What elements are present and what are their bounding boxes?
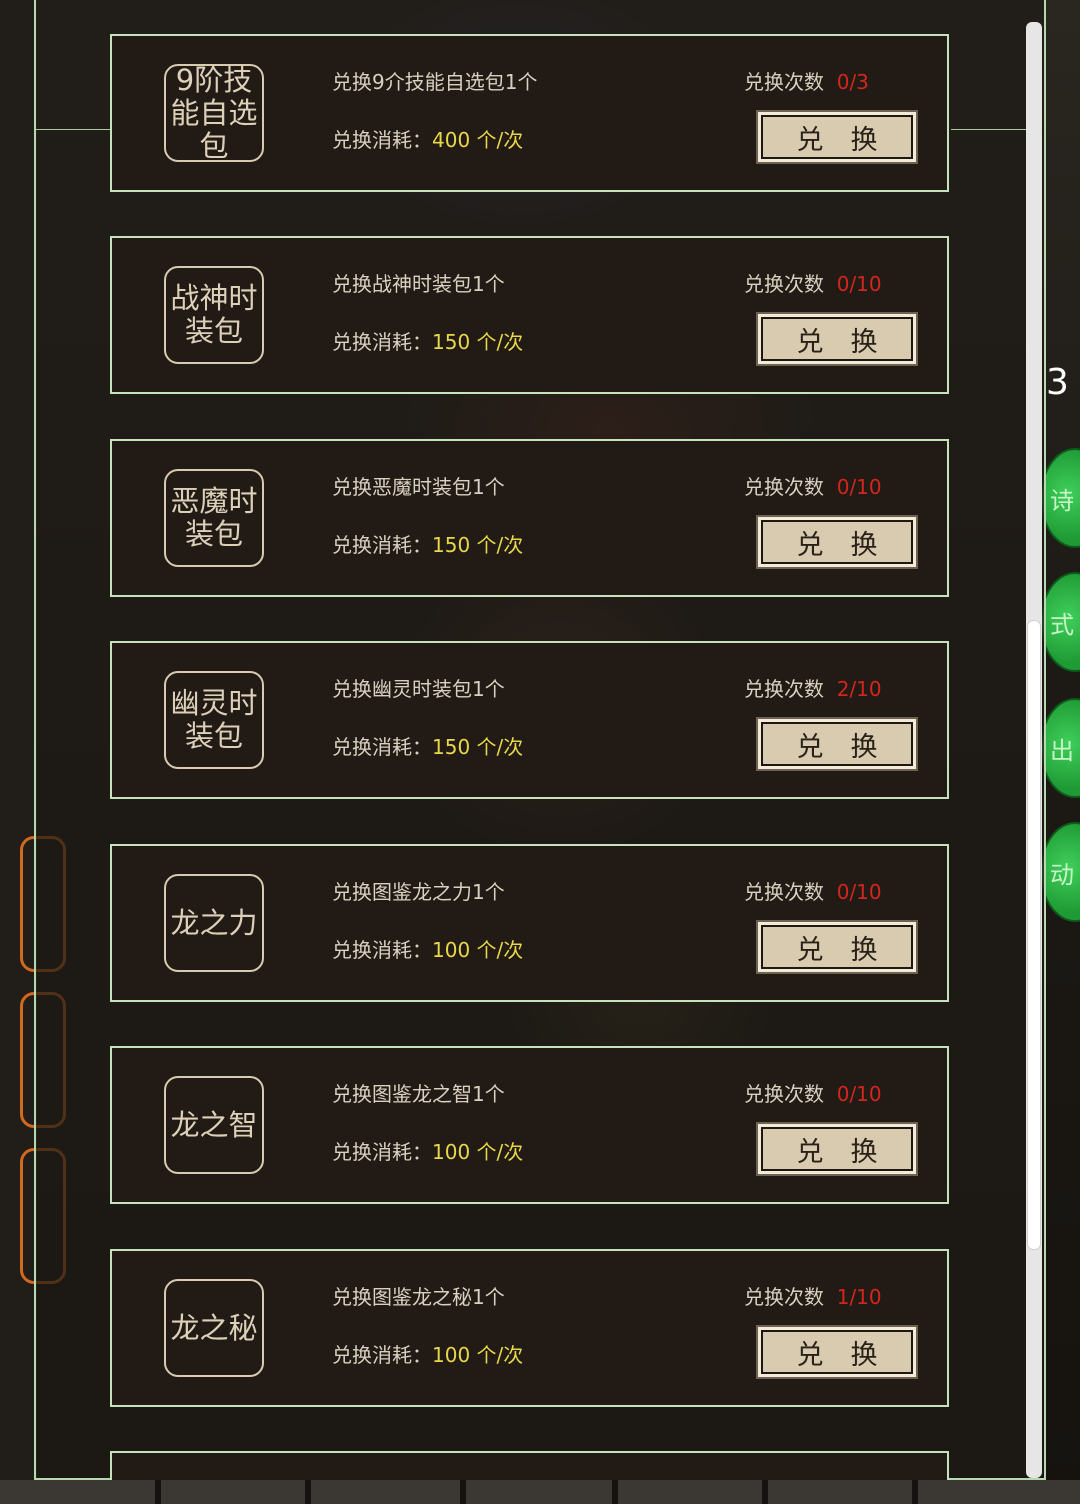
exchange-count: 兑换次数 0/10: [744, 880, 882, 904]
exchange-button[interactable]: 兑 换: [756, 1325, 918, 1379]
item-icon: 龙之智: [164, 1076, 264, 1174]
item-description: 兑换图鉴龙之力1个: [332, 880, 505, 904]
item-description: 兑换图鉴龙之智1个: [332, 1082, 505, 1106]
count-value: 0/3: [836, 70, 869, 94]
item-icon: 恶魔时装包: [164, 469, 264, 567]
cost-info: 兑换消耗：100 个/次: [332, 1343, 524, 1367]
exchange-count: 兑换次数 1/10: [744, 1285, 882, 1309]
cost-value: 150 个/次: [432, 735, 524, 759]
cost-value: 100 个/次: [432, 1140, 524, 1164]
cost-info: 兑换消耗：150 个/次: [332, 330, 524, 354]
cost-value: 400 个/次: [432, 128, 524, 152]
item-description: 兑换9介技能自选包1个: [332, 70, 538, 94]
item-icon: 9阶技能自选包: [164, 63, 264, 162]
count-value: 1/10: [836, 1285, 882, 1309]
exchange-item-card: [110, 1451, 949, 1480]
cost-info: 兑换消耗：400 个/次: [332, 128, 524, 152]
cost-info: 兑换消耗：100 个/次: [332, 938, 524, 962]
item-description: 兑换幽灵时装包1个: [332, 677, 505, 701]
side-number: 3: [1046, 362, 1069, 403]
side-button-label: 式: [1050, 610, 1074, 639]
exchange-item-card: 战神时装包 兑换战神时装包1个 兑换消耗：150 个/次 兑换次数 0/10 兑…: [110, 236, 949, 394]
count-value: 0/10: [836, 880, 882, 904]
divider-line: [36, 129, 112, 130]
count-value: 0/10: [836, 1082, 882, 1106]
cost-value: 150 个/次: [432, 533, 524, 557]
exchange-button[interactable]: 兑 换: [756, 920, 918, 974]
count-value: 0/10: [836, 475, 882, 499]
cost-info: 兑换消耗：150 个/次: [332, 533, 524, 557]
exchange-item-card: 幽灵时装包 兑换幽灵时装包1个 兑换消耗：150 个/次 兑换次数 2/10 兑…: [110, 641, 949, 799]
cost-value: 100 个/次: [432, 1343, 524, 1367]
item-icon: 战神时装包: [164, 266, 264, 364]
exchange-button[interactable]: 兑 换: [756, 312, 918, 366]
count-value: 0/10: [836, 272, 882, 296]
exchange-count: 兑换次数 0/10: [744, 1082, 882, 1106]
exchange-item-card: 龙之秘 兑换图鉴龙之秘1个 兑换消耗：100 个/次 兑换次数 1/10 兑 换: [110, 1249, 949, 1407]
exchange-button[interactable]: 兑 换: [756, 515, 918, 569]
exchange-count: 兑换次数 0/10: [744, 475, 882, 499]
item-description: 兑换图鉴龙之秘1个: [332, 1285, 505, 1309]
side-button-label: 诗: [1050, 486, 1074, 515]
exchange-count: 兑换次数 2/10: [744, 677, 882, 701]
exchange-button[interactable]: 兑 换: [756, 717, 918, 771]
cost-value: 150 个/次: [432, 330, 524, 354]
exchange-item-card: 龙之力 兑换图鉴龙之力1个 兑换消耗：100 个/次 兑换次数 0/10 兑 换: [110, 844, 949, 1002]
item-description: 兑换战神时装包1个: [332, 272, 505, 296]
cost-value: 100 个/次: [432, 938, 524, 962]
cost-info: 兑换消耗：100 个/次: [332, 1140, 524, 1164]
exchange-item-card: 龙之智 兑换图鉴龙之智1个 兑换消耗：100 个/次 兑换次数 0/10 兑 换: [110, 1046, 949, 1204]
cost-info: 兑换消耗：150 个/次: [332, 735, 524, 759]
exchange-count: 兑换次数 0/3: [744, 70, 869, 94]
exchange-item-card: 9阶技能自选包 兑换9介技能自选包1个 兑换消耗：400 个/次 兑换次数 0/…: [110, 34, 949, 192]
bottom-bar: [0, 1480, 1080, 1504]
count-value: 2/10: [836, 677, 882, 701]
item-icon: 龙之秘: [164, 1279, 264, 1377]
side-button-label: 出: [1050, 736, 1074, 765]
item-icon: 龙之力: [164, 874, 264, 972]
item-icon: 幽灵时装包: [164, 671, 264, 769]
exchange-button[interactable]: 兑 换: [756, 110, 918, 164]
item-description: 兑换恶魔时装包1个: [332, 475, 505, 499]
divider-line: [951, 129, 1029, 130]
exchange-count: 兑换次数 0/10: [744, 272, 882, 296]
side-button-label: 动: [1050, 860, 1074, 889]
exchange-button[interactable]: 兑 换: [756, 1122, 918, 1176]
scrollbar-thumb[interactable]: [1027, 620, 1041, 1250]
exchange-item-card: 恶魔时装包 兑换恶魔时装包1个 兑换消耗：150 个/次 兑换次数 0/10 兑…: [110, 439, 949, 597]
